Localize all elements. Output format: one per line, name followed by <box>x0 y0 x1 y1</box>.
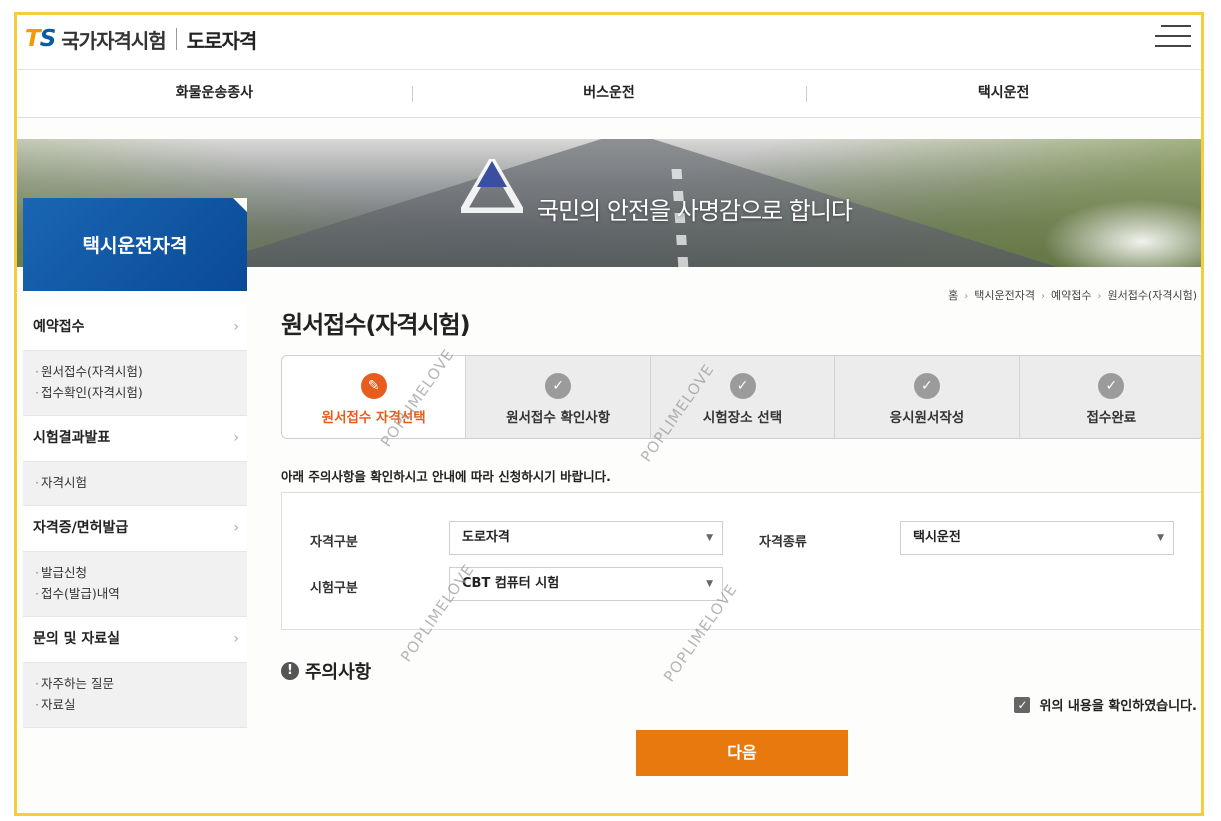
next-button[interactable]: 다음 <box>636 730 848 776</box>
chevron-right-icon: › <box>233 319 239 335</box>
exam-type-label: 시험구분 <box>310 581 358 596</box>
sidebar-item-application[interactable]: 원서접수(자격시험) <box>35 361 247 382</box>
dropdown-arrow-icon: ▼ <box>706 533 713 543</box>
page-frame: TS 국가자격시험 도로자격 화물운송종사 버스운전 택시운전 국민의 안전을 … <box>14 12 1204 816</box>
sidebar-sublist-reservation: 원서접수(자격시험) 접수확인(자격시험) <box>23 351 247 416</box>
exclamation-icon: ! <box>281 662 299 680</box>
exam-type-select[interactable]: CBT 컴퓨터 시험 ▼ <box>449 567 723 601</box>
qual-type-select[interactable]: 도로자격 ▼ <box>449 521 723 555</box>
step-label: 접수완료 <box>1086 410 1137 426</box>
sidebar-item-issue-history[interactable]: 접수(발급)내역 <box>35 583 247 604</box>
nav-item-cargo[interactable]: 화물운송종사 <box>17 70 412 117</box>
sidebar-sublist-license: 발급신청 접수(발급)내역 <box>23 552 247 617</box>
sidebar-group-results[interactable]: 시험결과발표 › <box>23 416 247 462</box>
sidebar-item-application-check[interactable]: 접수확인(자격시험) <box>35 382 247 403</box>
chevron-right-icon: › <box>233 430 239 446</box>
sidebar-item-issue-request[interactable]: 발급신청 <box>35 562 247 583</box>
dropdown-arrow-icon: ▼ <box>706 579 713 589</box>
caution-heading: ! 주의사항 <box>281 658 371 684</box>
sidebar-group-reservation[interactable]: 예약접수 › <box>23 305 247 351</box>
sidebar-item-faq[interactable]: 자주하는 질문 <box>35 673 247 694</box>
breadcrumb-current: 원서접수(자격시험) <box>1107 289 1197 302</box>
sidebar-group-license[interactable]: 자격증/면허발급 › <box>23 506 247 552</box>
banner-slogan: 국민의 안전을 사명감으로 합니다 <box>537 197 853 225</box>
agree-label: 위의 내용을 확인하였습니다. <box>1039 699 1197 714</box>
sidebar-sublist-support: 자주하는 질문 자료실 <box>23 663 247 728</box>
checkbox-checked-icon[interactable]: ✓ <box>1014 696 1031 713</box>
nav-item-bus[interactable]: 버스운전 <box>411 70 807 117</box>
sidebar-item-qualification-exam[interactable]: 자격시험 <box>35 472 247 493</box>
pencil-icon: ✎ <box>360 373 387 399</box>
chevron-right-icon: › <box>1097 291 1102 302</box>
qual-kind-select[interactable]: 택시운전 ▼ <box>900 521 1174 555</box>
page-title: 원서접수(자격시험) <box>281 311 471 339</box>
agree-checkbox[interactable]: ✓ 위의 내용을 확인하였습니다. <box>1014 695 1197 714</box>
check-icon: ✓ <box>1098 373 1125 399</box>
qualification-form: 자격구분 도로자격 ▼ 자격종류 택시운전 ▼ 시험구분 CBT 컴퓨터 시험 ▼ <box>281 492 1201 630</box>
nav-item-taxi[interactable]: 택시운전 <box>806 70 1201 117</box>
site-header: TS 국가자격시험 도로자격 <box>17 15 1201 70</box>
sidebar-sublist-results: 자격시험 <box>23 462 247 506</box>
qual-kind-label: 자격종류 <box>759 535 807 550</box>
sidebar-group-support[interactable]: 문의 및 자료실 › <box>23 617 247 663</box>
logo-divider <box>175 28 177 50</box>
check-icon: ✓ <box>729 373 756 399</box>
site-logo[interactable]: TS 국가자격시험 도로자격 <box>25 22 258 56</box>
logo-subtitle: 도로자격 <box>186 28 258 53</box>
breadcrumb: 홈 › 택시운전자격 › 예약접수 › 원서접수(자격시험) <box>948 287 1197 303</box>
sidebar-menu: 예약접수› 원서접수(자격시험) 접수확인(자격시험) 시험결과발표› 자격시험… <box>23 305 247 728</box>
chevron-right-icon: › <box>233 631 239 647</box>
sidebar-title: 택시운전자격 <box>23 198 247 291</box>
logo-name: 국가자격시험 <box>61 28 166 53</box>
sidebar-item-library[interactable]: 자료실 <box>35 694 247 715</box>
banner-triangle-icon <box>461 159 523 213</box>
step-label: 원서접수 확인사항 <box>506 410 611 426</box>
hamburger-menu-icon[interactable] <box>1155 25 1191 49</box>
chevron-right-icon: › <box>964 291 969 302</box>
dropdown-arrow-icon: ▼ <box>1157 533 1164 543</box>
instruction-text: 아래 주의사항을 확인하시고 안내에 따라 신청하시기 바랍니다. <box>281 469 611 484</box>
step-complete[interactable]: ✓ 접수완료 <box>1018 356 1201 438</box>
ts-logo-icon: TS <box>25 26 56 52</box>
breadcrumb-home[interactable]: 홈 <box>948 289 958 302</box>
step-label: 원서접수 자격선택 <box>321 410 426 426</box>
breadcrumb-taxi[interactable]: 택시운전자격 <box>974 289 1035 302</box>
qual-type-label: 자격구분 <box>310 535 358 550</box>
top-navigation: 화물운송종사 버스운전 택시운전 <box>17 70 1201 118</box>
breadcrumb-reservation[interactable]: 예약접수 <box>1051 289 1091 302</box>
step-application-check[interactable]: ✓ 원서접수 확인사항 <box>465 356 649 438</box>
step-application-form[interactable]: ✓ 응시원서작성 <box>834 356 1018 438</box>
step-label: 응시원서작성 <box>889 410 965 426</box>
check-icon: ✓ <box>545 373 572 399</box>
check-icon: ✓ <box>913 373 940 399</box>
chevron-right-icon: › <box>1040 291 1045 302</box>
chevron-right-icon: › <box>233 520 239 536</box>
caution-title: 주의사항 <box>305 662 372 683</box>
